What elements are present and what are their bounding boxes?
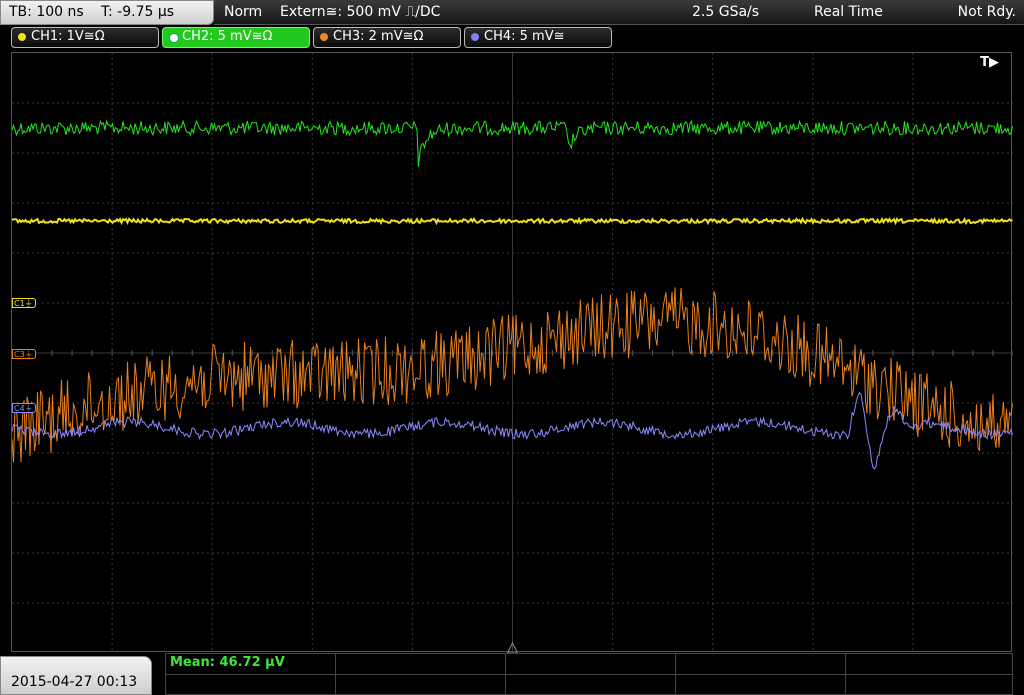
measurement-cell-3[interactable] (506, 654, 676, 674)
ch4-offset-marker[interactable]: C4⏚ (12, 403, 36, 413)
measurement-cell-10[interactable] (846, 674, 1012, 695)
tab-ch4-label: CH4: 5 mV≅ (484, 29, 565, 44)
datetime-panel: 2015-04-27 00:13 (0, 656, 152, 695)
ch4-offset-label: C4 (14, 404, 25, 413)
measurement-panel[interactable]: Mean: 46.72 µV (165, 653, 1013, 695)
acquisition-status[interactable]: Norm Extern≅: 500 mV ⎍/DC 2.5 GSa/s Real… (214, 0, 1024, 25)
tab-ch2[interactable]: CH2: 5 mV≅Ω (162, 27, 310, 48)
trigger-position-marker[interactable]: T▶ (980, 55, 999, 70)
measurement-cell-5[interactable] (846, 654, 1012, 674)
tab-ch2-label: CH2: 5 mV≅Ω (182, 29, 273, 44)
waveform-plot (12, 53, 1013, 653)
run-state: Not Rdy. (957, 4, 1016, 20)
trigger-mode: Norm (224, 4, 263, 20)
trigger-offset-label: T: -9.75 µs (101, 4, 175, 20)
mean-measurement: Mean: 46.72 µV (170, 655, 285, 670)
top-status-bar: TB: 100 ns T: -9.75 µs Norm Extern≅: 500… (0, 0, 1024, 25)
ch3-offset-label: C3 (14, 350, 25, 359)
tab-ch1[interactable]: CH1: 1V≅Ω (11, 27, 159, 48)
measurement-cell-9[interactable] (676, 674, 846, 695)
waveform-display[interactable]: T▶ C1⏚ C3⏚ C4⏚ (11, 52, 1013, 653)
ch2-dot-icon (169, 33, 179, 43)
ch1-offset-marker[interactable]: C1⏚ (12, 298, 36, 308)
timebase-label: TB: 100 ns (9, 4, 84, 20)
sample-rate: 2.5 GSa/s (692, 4, 760, 20)
ch3-dot-icon (320, 33, 328, 41)
datetime-label: 2015-04-27 00:13 (11, 674, 138, 690)
timebase-panel[interactable]: TB: 100 ns T: -9.75 µs (0, 0, 214, 25)
ch4-dot-icon (471, 33, 479, 41)
tab-ch3-label: CH3: 2 mV≅Ω (333, 29, 424, 44)
ch1-dot-icon (18, 33, 26, 41)
ch3-offset-marker[interactable]: C3⏚ (12, 349, 36, 359)
channel-tabs: CH1: 1V≅Ω CH2: 5 mV≅Ω CH3: 2 mV≅Ω CH4: 5… (0, 26, 1024, 48)
measurement-cell-2[interactable] (336, 654, 506, 674)
measurement-cell-8[interactable] (506, 674, 676, 695)
measurement-cell-1[interactable]: Mean: 46.72 µV (166, 654, 336, 674)
tab-ch4[interactable]: CH4: 5 mV≅ (464, 27, 612, 48)
measurement-cell-4[interactable] (676, 654, 846, 674)
trigger-source: Extern≅: 500 mV ⎍/DC (280, 4, 441, 20)
acquisition-mode: Real Time (814, 4, 883, 20)
tab-ch1-label: CH1: 1V≅Ω (31, 29, 105, 44)
measurement-cell-6[interactable] (166, 674, 336, 695)
ch1-offset-label: C1 (14, 299, 25, 308)
measurement-cell-7[interactable] (336, 674, 506, 695)
tab-ch3[interactable]: CH3: 2 mV≅Ω (313, 27, 461, 48)
